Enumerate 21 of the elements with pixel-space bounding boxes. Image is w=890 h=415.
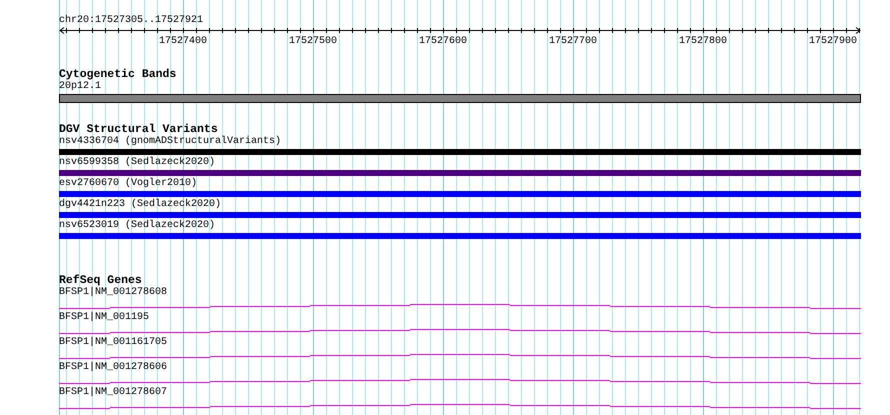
track-title: Cytogenetic Bands: [59, 68, 176, 81]
feature-label: nsv6523019 (Sedlazeck2020): [59, 220, 216, 232]
tick-label: 17527700: [549, 36, 598, 48]
tick-label: 17527600: [419, 36, 468, 48]
tick-label: 17527800: [679, 36, 728, 48]
feature-label: BFSP1|NM_001278606: [59, 362, 168, 374]
feature-label: BFSP1|NM_001195: [59, 312, 150, 324]
tick-label: 17527900: [809, 36, 858, 48]
feature-label: nsv4336704 (gnomADStructuralVariants): [59, 136, 282, 148]
feature-label: 20p12.1: [59, 81, 102, 93]
tick-label: 17527400: [159, 36, 208, 48]
tick-label: 17527500: [289, 36, 338, 48]
feature-label: esv2760670 (Vogler2010): [59, 178, 198, 190]
feature-label: nsv6599358 (Sedlazeck2020): [59, 157, 216, 169]
feature-label: BFSP1|NM_001278608: [59, 287, 168, 299]
feature-label: BFSP1|NM_001278607: [59, 387, 168, 399]
location-label: chr20:17527305..17527921: [59, 15, 204, 27]
track-title: RefSeq Genes: [59, 274, 142, 287]
feature-label: BFSP1|NM_001161705: [59, 337, 168, 349]
feature-label: dgv4421n223 (Sedlazeck2020): [59, 199, 222, 211]
track-title: DGV Structural Variants: [59, 123, 218, 136]
